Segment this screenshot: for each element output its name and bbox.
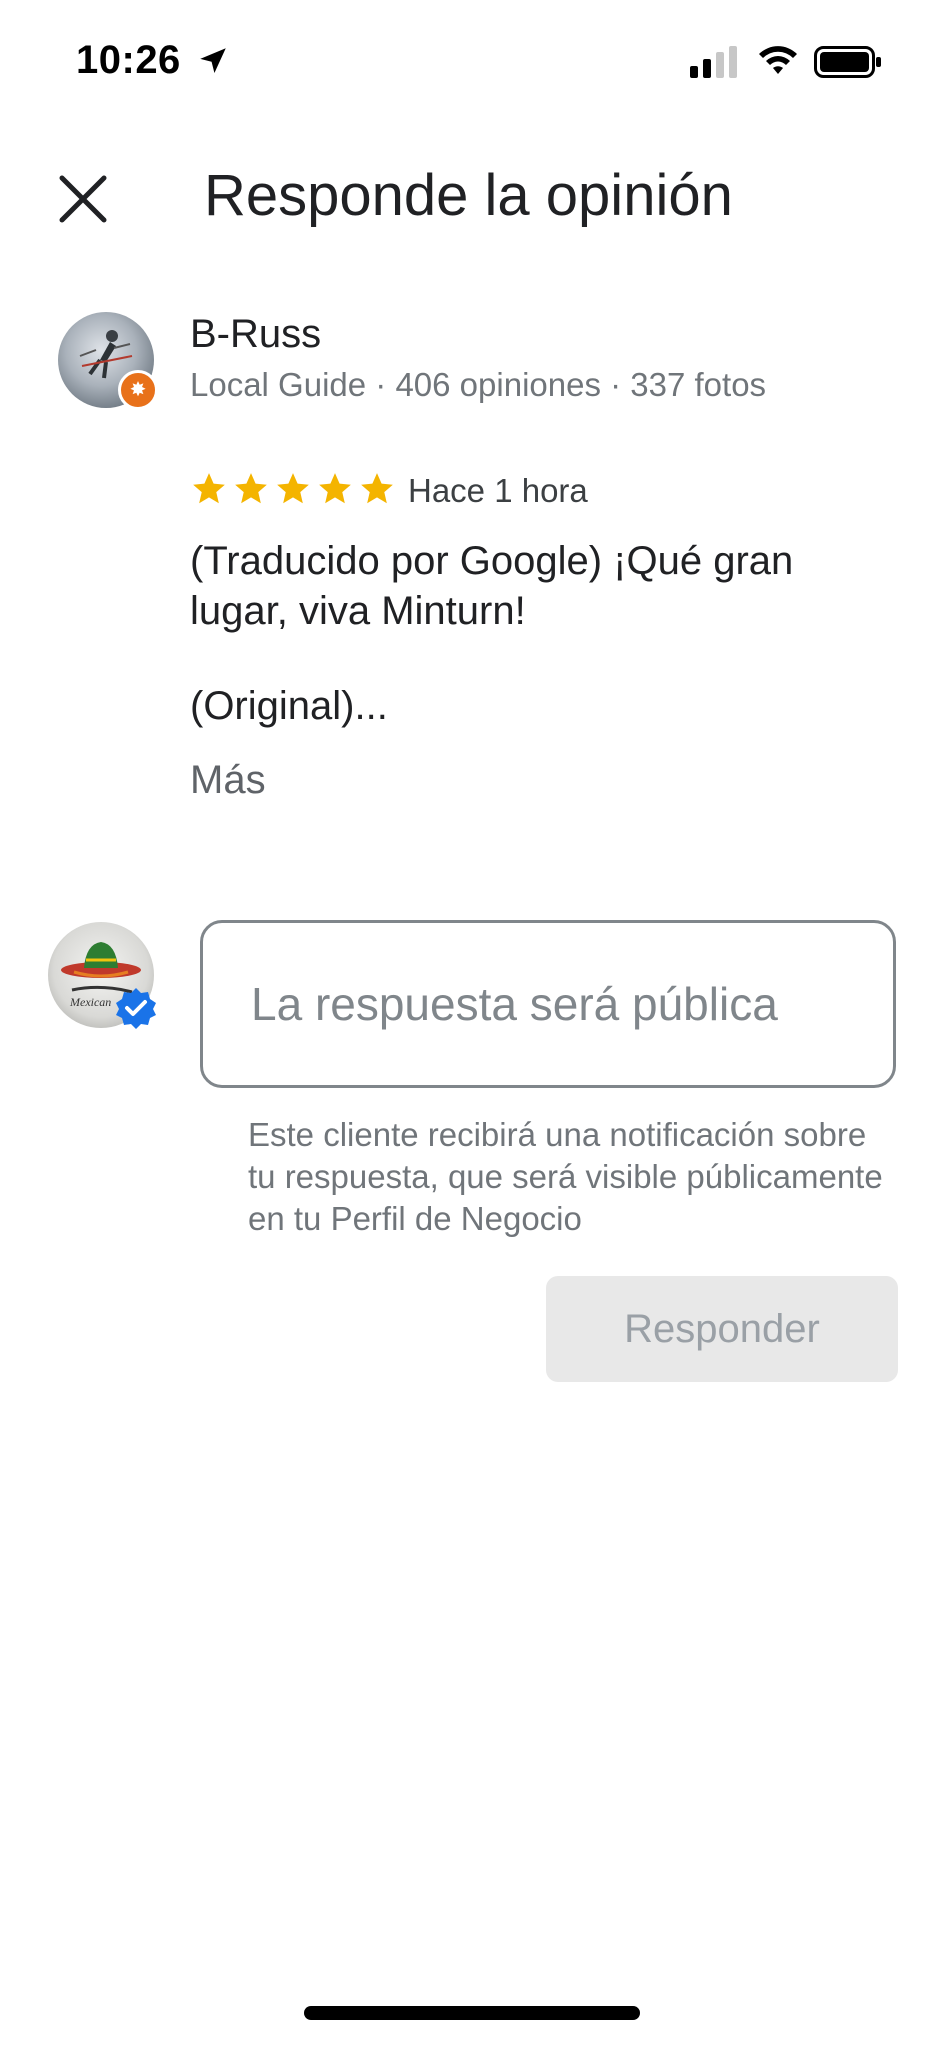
reply-input[interactable]	[249, 976, 873, 1032]
review-text: (Traducido por Google) ¡Qué gran lugar, …	[190, 539, 794, 633]
star-icon	[361, 473, 393, 504]
star-icon	[319, 473, 351, 504]
status-time: 10:26	[76, 38, 181, 82]
home-indicator[interactable]	[304, 2006, 640, 2020]
verified-badge-icon	[116, 988, 156, 1029]
review-time: Hace 1 hora	[408, 472, 588, 509]
location-arrow-icon	[200, 48, 226, 74]
reply-notice: Este cliente recibirá una notificación s…	[248, 1116, 883, 1237]
close-icon[interactable]	[52, 168, 114, 230]
reviewer-name[interactable]: B-Russ	[190, 312, 321, 357]
battery-icon	[814, 46, 881, 78]
rating-stars	[190, 470, 396, 508]
local-guide-badge-icon: ✸	[118, 370, 158, 410]
more-link[interactable]: Más	[190, 758, 266, 803]
business-avatar: Mexican	[48, 922, 156, 1029]
svg-text:Mexican: Mexican	[69, 995, 111, 1009]
cellular-signal-icon	[690, 46, 737, 78]
star-icon	[193, 473, 225, 504]
wifi-icon	[759, 46, 797, 74]
respond-button[interactable]: Responder	[546, 1276, 898, 1382]
reviewer-meta: Local Guide · 406 opiniones · 337 fotos	[190, 366, 767, 403]
star-icon	[277, 473, 309, 504]
page-title: Responde la opinión	[204, 163, 733, 228]
reviewer-avatar[interactable]: ✸	[58, 312, 158, 410]
star-icon	[235, 473, 267, 504]
reply-field[interactable]	[200, 920, 896, 1088]
review-original-label: (Original)...	[190, 684, 388, 728]
